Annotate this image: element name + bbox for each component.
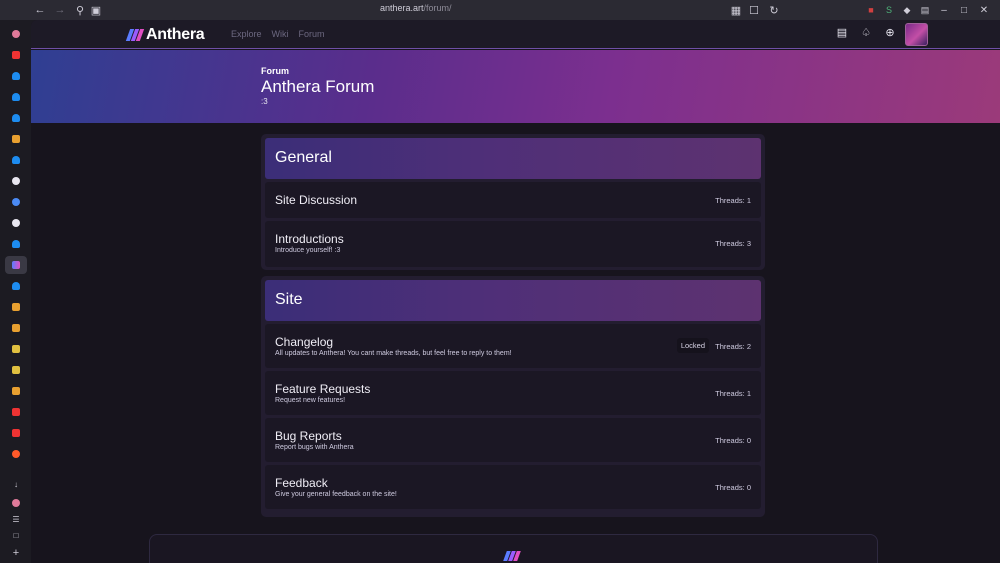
thread-count: Threads: 2 bbox=[715, 342, 751, 351]
board-description: All updates to Anthera! You cant make th… bbox=[275, 350, 512, 357]
anthera-logo-icon bbox=[125, 29, 145, 41]
sidebar-add-icon[interactable]: + bbox=[5, 544, 27, 562]
nav-link-wiki[interactable]: Wiki bbox=[272, 29, 289, 39]
sidebar-app-icon[interactable] bbox=[5, 340, 27, 358]
plus-circle-icon[interactable]: ⊕ bbox=[883, 25, 897, 39]
board-feature-requests[interactable]: Feature Requests Request new features! T… bbox=[265, 371, 761, 415]
board-title[interactable]: Feedback bbox=[275, 476, 328, 490]
category-title: Site bbox=[275, 291, 303, 308]
board-description: Request new features! bbox=[275, 397, 346, 404]
extensions-menu-icon[interactable]: ▤ bbox=[918, 3, 932, 17]
sidebar-bluesky-icon[interactable] bbox=[5, 67, 27, 85]
bookmark-icon[interactable]: ☐ bbox=[744, 0, 764, 20]
thread-count: Threads: 3 bbox=[715, 239, 751, 248]
extension-icon[interactable]: ■ bbox=[864, 3, 878, 17]
browser-sidebar: ↓ ☰ □ + bbox=[0, 20, 31, 563]
board-description: Report bugs with Anthera bbox=[275, 444, 354, 451]
anthera-logo-icon bbox=[503, 551, 521, 561]
board-description: Give your general feedback on the site! bbox=[275, 491, 397, 498]
board-title[interactable]: Changelog bbox=[275, 335, 333, 349]
sidebar-bluesky-icon[interactable] bbox=[5, 151, 27, 169]
board-site-discussion[interactable]: Site Discussion Threads: 1 bbox=[265, 182, 761, 218]
close-icon[interactable]: ✕ bbox=[976, 0, 992, 20]
sidebar-reddit-icon[interactable] bbox=[5, 445, 27, 463]
reload-icon[interactable]: ↻ bbox=[764, 0, 784, 20]
sidebar-youtube-icon[interactable] bbox=[5, 424, 27, 442]
extension-icon[interactable]: S bbox=[882, 3, 896, 17]
list-icon[interactable]: ▤ bbox=[835, 25, 849, 39]
bell-icon[interactable]: ♤ bbox=[859, 25, 873, 39]
board-feedback[interactable]: Feedback Give your general feedback on t… bbox=[265, 465, 761, 509]
extension-icon[interactable]: ◆ bbox=[900, 3, 914, 17]
board-introductions[interactable]: Introductions Introduce yourself! :3 Thr… bbox=[265, 221, 761, 267]
thread-count: Threads: 1 bbox=[715, 389, 751, 398]
download-icon[interactable]: ↓ bbox=[5, 475, 27, 493]
avatar[interactable] bbox=[905, 23, 928, 46]
sidebar-google-icon[interactable] bbox=[5, 193, 27, 211]
maximize-icon[interactable]: □ bbox=[956, 0, 972, 20]
nav-link-forum[interactable]: Forum bbox=[299, 29, 325, 39]
address-bar[interactable]: ⚲ ▣ anthera.art/forum/ ▦ ☐ ↻ bbox=[70, 2, 780, 18]
thread-count: Threads: 0 bbox=[715, 483, 751, 492]
category-title: General bbox=[275, 149, 332, 166]
reader-view-icon[interactable]: ▦ bbox=[726, 0, 746, 20]
page-info-icon[interactable]: ▣ bbox=[86, 0, 106, 20]
sidebar-chat-icon[interactable]: □ bbox=[5, 526, 27, 544]
forum-hero: Forum Anthera Forum :3 bbox=[31, 50, 1000, 123]
logo-text: Anthera bbox=[146, 26, 205, 43]
sidebar-youtube-icon[interactable] bbox=[5, 46, 27, 64]
hero-subtitle: :3 bbox=[261, 97, 268, 106]
page-title: Anthera Forum bbox=[261, 77, 375, 96]
sidebar-brain-icon[interactable] bbox=[5, 25, 27, 43]
thread-count: Threads: 0 bbox=[715, 436, 751, 445]
sidebar-gmail-icon[interactable] bbox=[5, 130, 27, 148]
sidebar-gmail-icon[interactable] bbox=[5, 298, 27, 316]
sidebar-bluesky-icon[interactable] bbox=[5, 88, 27, 106]
board-changelog[interactable]: Changelog All updates to Anthera! You ca… bbox=[265, 324, 761, 368]
browser-toolbar: ← → ⚲ ▣ anthera.art/forum/ ▦ ☐ ↻ ■ S ◆ ▤… bbox=[0, 0, 1000, 20]
board-title[interactable]: Feature Requests bbox=[275, 382, 370, 396]
board-title[interactable]: Introductions bbox=[275, 232, 344, 246]
sidebar-github-icon[interactable] bbox=[5, 214, 27, 232]
sidebar-bluesky-icon[interactable] bbox=[5, 235, 27, 253]
hero-kicker: Forum bbox=[261, 66, 289, 76]
sidebar-bluesky-icon[interactable] bbox=[5, 277, 27, 295]
board-title[interactable]: Site Discussion bbox=[275, 193, 357, 207]
category-header: Site bbox=[265, 280, 761, 321]
category-header: General bbox=[265, 138, 761, 179]
sidebar-youtube-icon[interactable] bbox=[5, 403, 27, 421]
sidebar-gmail-icon[interactable] bbox=[5, 382, 27, 400]
sidebar-github-icon[interactable] bbox=[5, 172, 27, 190]
locked-badge: Locked bbox=[676, 338, 709, 353]
page-viewport: Anthera Explore Wiki Forum ▤ ♤ ⊕ Forum A… bbox=[31, 20, 1000, 563]
category-site: Site Changelog All updates to Anthera! Y… bbox=[261, 276, 765, 517]
sidebar-app-icon[interactable] bbox=[5, 361, 27, 379]
sidebar-bluesky-icon[interactable] bbox=[5, 109, 27, 127]
board-bug-reports[interactable]: Bug Reports Report bugs with Anthera Thr… bbox=[265, 418, 761, 462]
site-footer bbox=[149, 534, 878, 563]
forward-icon[interactable]: → bbox=[50, 0, 70, 20]
minimize-icon[interactable]: – bbox=[936, 0, 952, 20]
sidebar-anthera-icon[interactable] bbox=[5, 256, 27, 274]
board-description: Introduce yourself! :3 bbox=[275, 247, 341, 254]
back-icon[interactable]: ← bbox=[30, 0, 50, 20]
url-text[interactable]: anthera.art/forum/ bbox=[380, 3, 452, 13]
nav-link-explore[interactable]: Explore bbox=[231, 29, 262, 39]
category-general: General Site Discussion Threads: 1 Intro… bbox=[261, 134, 765, 270]
site-navbar: Anthera Explore Wiki Forum ▤ ♤ ⊕ bbox=[31, 20, 1000, 49]
sidebar-gmail-icon[interactable] bbox=[5, 319, 27, 337]
board-title[interactable]: Bug Reports bbox=[275, 429, 342, 443]
thread-count: Threads: 1 bbox=[715, 196, 751, 205]
site-logo[interactable]: Anthera bbox=[125, 26, 205, 44]
